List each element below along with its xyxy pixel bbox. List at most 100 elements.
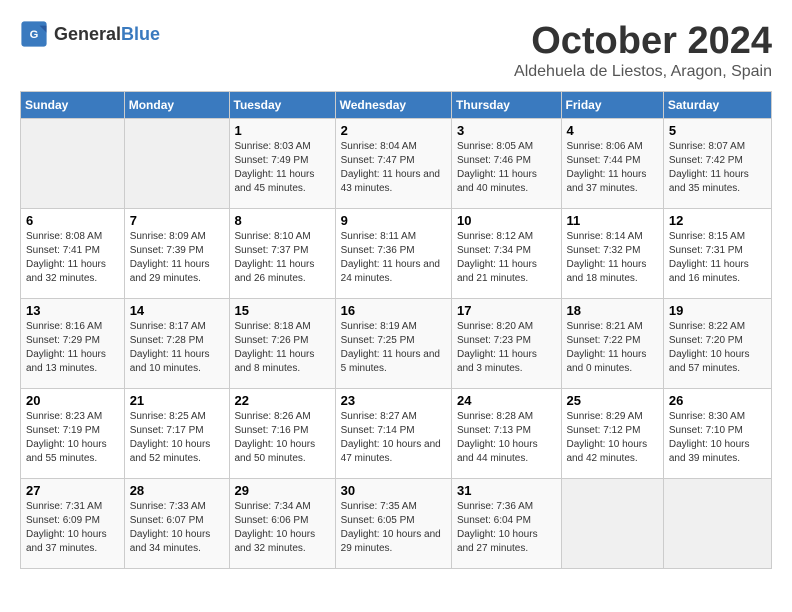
table-row: 11 Sunrise: 8:14 AM Sunset: 7:32 PM Dayli…	[561, 209, 663, 299]
svg-text:G: G	[30, 29, 39, 41]
table-row	[663, 479, 771, 569]
table-row: 13Sunrise: 8:16 AM Sunset: 7:29 PM Dayli…	[21, 299, 125, 389]
day-info: Sunrise: 8:03 AM Sunset: 7:49 PM Dayligh…	[235, 140, 330, 196]
day-info: Sunrise: 8:26 AM Sunset: 7:16 PM Dayligh…	[235, 410, 330, 466]
day-header-tuesday: Tuesday	[229, 92, 335, 119]
day-number: 17	[457, 303, 556, 318]
table-row: 19 Sunrise: 8:22 AM Sunset: 7:20 PM Dayli…	[663, 299, 771, 389]
day-info: Sunrise: 8:16 AM Sunset: 7:29 PM Dayligh…	[26, 320, 119, 376]
day-number: 7	[130, 213, 224, 228]
day-header-monday: Monday	[124, 92, 229, 119]
day-number: 4	[567, 123, 658, 138]
table-row: 15 Sunrise: 8:18 AM Sunset: 7:26 PM Dayli…	[229, 299, 335, 389]
day-info: Sunrise: 8:19 AM Sunset: 7:25 PM Dayligh…	[341, 320, 446, 376]
day-info: Sunrise: 8:17 AM Sunset: 7:28 PM Dayligh…	[130, 320, 224, 376]
day-number: 22	[235, 393, 330, 408]
day-info: Sunrise: 8:30 AM Sunset: 7:10 PM Dayligh…	[669, 410, 766, 466]
day-number: 23	[341, 393, 446, 408]
day-header-saturday: Saturday	[663, 92, 771, 119]
logo-general: General	[54, 24, 121, 45]
day-info: Sunrise: 8:15 AM Sunset: 7:31 PM Dayligh…	[669, 230, 766, 286]
logo: G General Blue	[20, 20, 160, 48]
day-number: 27	[26, 483, 119, 498]
day-number: 20	[26, 393, 119, 408]
day-number: 24	[457, 393, 556, 408]
table-row	[124, 119, 229, 209]
day-info: Sunrise: 8:12 AM Sunset: 7:34 PM Dayligh…	[457, 230, 556, 286]
day-info: Sunrise: 8:08 AM Sunset: 7:41 PM Dayligh…	[26, 230, 119, 286]
day-info: Sunrise: 8:07 AM Sunset: 7:42 PM Dayligh…	[669, 140, 766, 196]
title-section: October 2024 Aldehuela de Liestos, Arago…	[514, 20, 772, 81]
table-row: 29 Sunrise: 7:34 AM Sunset: 6:06 PM Dayli…	[229, 479, 335, 569]
day-info: Sunrise: 7:33 AM Sunset: 6:07 PM Dayligh…	[130, 500, 224, 556]
day-number: 30	[341, 483, 446, 498]
day-info: Sunrise: 8:14 AM Sunset: 7:32 PM Dayligh…	[567, 230, 658, 286]
day-header-sunday: Sunday	[21, 92, 125, 119]
table-row: 4 Sunrise: 8:06 AM Sunset: 7:44 PM Daylig…	[561, 119, 663, 209]
day-header-friday: Friday	[561, 92, 663, 119]
day-number: 29	[235, 483, 330, 498]
day-info: Sunrise: 8:28 AM Sunset: 7:13 PM Dayligh…	[457, 410, 556, 466]
day-info: Sunrise: 7:36 AM Sunset: 6:04 PM Dayligh…	[457, 500, 556, 556]
table-row: 16 Sunrise: 8:19 AM Sunset: 7:25 PM Dayli…	[335, 299, 451, 389]
day-number: 12	[669, 213, 766, 228]
day-info: Sunrise: 8:27 AM Sunset: 7:14 PM Dayligh…	[341, 410, 446, 466]
day-number: 25	[567, 393, 658, 408]
table-row: 22 Sunrise: 8:26 AM Sunset: 7:16 PM Dayli…	[229, 389, 335, 479]
table-row: 7 Sunrise: 8:09 AM Sunset: 7:39 PM Daylig…	[124, 209, 229, 299]
day-info: Sunrise: 8:25 AM Sunset: 7:17 PM Dayligh…	[130, 410, 224, 466]
table-row: 25Sunrise: 8:29 AM Sunset: 7:12 PM Dayli…	[561, 389, 663, 479]
day-number: 31	[457, 483, 556, 498]
calendar-title: October 2024	[514, 20, 772, 63]
table-row: 12 Sunrise: 8:15 AM Sunset: 7:31 PM Dayli…	[663, 209, 771, 299]
day-header-wednesday: Wednesday	[335, 92, 451, 119]
day-info: Sunrise: 7:34 AM Sunset: 6:06 PM Dayligh…	[235, 500, 330, 556]
table-row: 1 Sunrise: 8:03 AM Sunset: 7:49 PM Daylig…	[229, 119, 335, 209]
table-row: 3 Sunrise: 8:05 AM Sunset: 7:46 PM Daylig…	[451, 119, 561, 209]
day-number: 28	[130, 483, 224, 498]
day-info: Sunrise: 7:31 AM Sunset: 6:09 PM Dayligh…	[26, 500, 119, 556]
table-row: 24 Sunrise: 8:28 AM Sunset: 7:13 PM Dayli…	[451, 389, 561, 479]
table-row: 9Sunrise: 8:11 AM Sunset: 7:36 PM Daylig…	[335, 209, 451, 299]
logo-icon: G	[20, 20, 48, 48]
day-number: 15	[235, 303, 330, 318]
day-number: 16	[341, 303, 446, 318]
table-row: 30 Sunrise: 7:35 AM Sunset: 6:05 PM Dayli…	[335, 479, 451, 569]
table-row: 28 Sunrise: 7:33 AM Sunset: 6:07 PM Dayli…	[124, 479, 229, 569]
day-info: Sunrise: 8:21 AM Sunset: 7:22 PM Dayligh…	[567, 320, 658, 376]
day-header-thursday: Thursday	[451, 92, 561, 119]
table-row: 21Sunrise: 8:25 AM Sunset: 7:17 PM Dayli…	[124, 389, 229, 479]
table-row: 2 Sunrise: 8:04 AM Sunset: 7:47 PM Daylig…	[335, 119, 451, 209]
day-info: Sunrise: 8:09 AM Sunset: 7:39 PM Dayligh…	[130, 230, 224, 286]
day-info: Sunrise: 8:05 AM Sunset: 7:46 PM Dayligh…	[457, 140, 556, 196]
day-info: Sunrise: 8:23 AM Sunset: 7:19 PM Dayligh…	[26, 410, 119, 466]
day-info: Sunrise: 8:04 AM Sunset: 7:47 PM Dayligh…	[341, 140, 446, 196]
day-number: 2	[341, 123, 446, 138]
day-number: 26	[669, 393, 766, 408]
table-row: 18 Sunrise: 8:21 AM Sunset: 7:22 PM Dayli…	[561, 299, 663, 389]
table-row: 8Sunrise: 8:10 AM Sunset: 7:37 PM Daylig…	[229, 209, 335, 299]
table-row: 5 Sunrise: 8:07 AM Sunset: 7:42 PM Daylig…	[663, 119, 771, 209]
calendar-table: SundayMondayTuesdayWednesdayThursdayFrid…	[20, 91, 772, 569]
table-row: 10 Sunrise: 8:12 AM Sunset: 7:34 PM Dayli…	[451, 209, 561, 299]
table-row: 23 Sunrise: 8:27 AM Sunset: 7:14 PM Dayli…	[335, 389, 451, 479]
day-info: Sunrise: 8:18 AM Sunset: 7:26 PM Dayligh…	[235, 320, 330, 376]
day-info: Sunrise: 7:35 AM Sunset: 6:05 PM Dayligh…	[341, 500, 446, 556]
day-number: 10	[457, 213, 556, 228]
table-row: 20 Sunrise: 8:23 AM Sunset: 7:19 PM Dayli…	[21, 389, 125, 479]
day-info: Sunrise: 8:22 AM Sunset: 7:20 PM Dayligh…	[669, 320, 766, 376]
day-info: Sunrise: 8:10 AM Sunset: 7:37 PM Dayligh…	[235, 230, 330, 286]
day-number: 11	[567, 213, 658, 228]
day-number: 19	[669, 303, 766, 318]
day-info: Sunrise: 8:06 AM Sunset: 7:44 PM Dayligh…	[567, 140, 658, 196]
table-row	[561, 479, 663, 569]
day-number: 5	[669, 123, 766, 138]
table-row: 27 Sunrise: 7:31 AM Sunset: 6:09 PM Dayli…	[21, 479, 125, 569]
table-row	[21, 119, 125, 209]
day-number: 14	[130, 303, 224, 318]
day-number: 18	[567, 303, 658, 318]
day-number: 6	[26, 213, 119, 228]
table-row: 6 Sunrise: 8:08 AM Sunset: 7:41 PM Daylig…	[21, 209, 125, 299]
day-number: 1	[235, 123, 330, 138]
day-number: 3	[457, 123, 556, 138]
